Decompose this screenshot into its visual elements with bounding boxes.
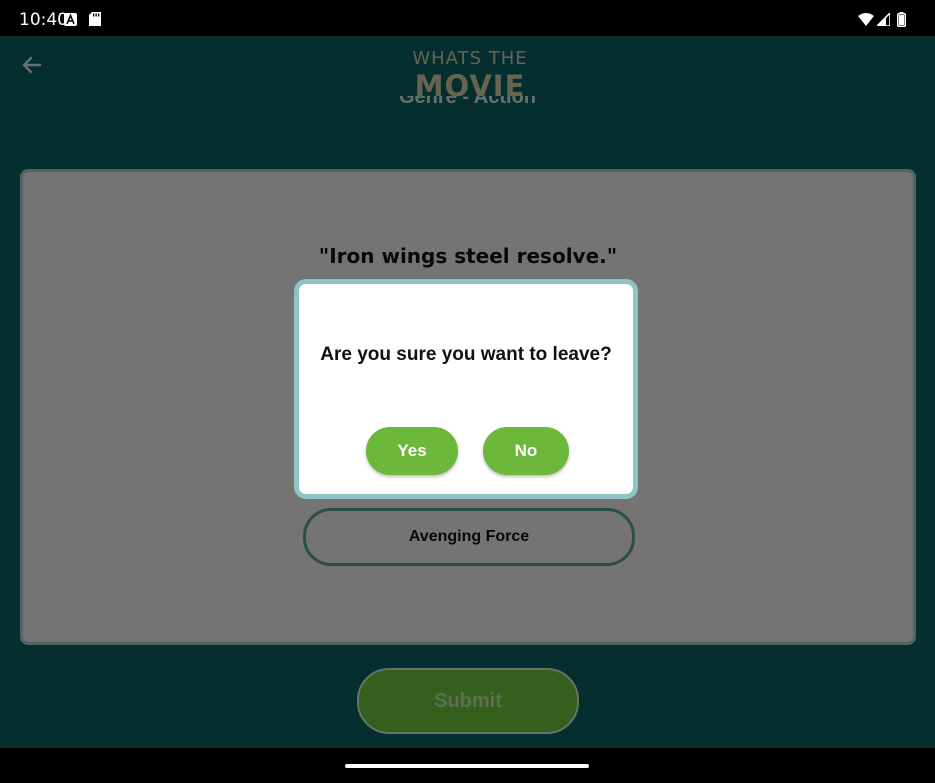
leave-confirm-dialog: Are you sure you want to leave? Yes No	[294, 279, 638, 499]
sd-card-icon	[89, 12, 101, 26]
dialog-message: Are you sure you want to leave?	[320, 344, 612, 365]
app-screen: WHATS THE MOVIE Genre - Action "Iron win…	[0, 36, 935, 748]
signal-icon	[877, 13, 890, 26]
battery-icon	[897, 12, 906, 27]
wifi-icon	[858, 13, 874, 26]
notification-a-icon	[64, 13, 77, 26]
navigation-bar	[0, 748, 935, 783]
status-bar: 10:40	[0, 0, 935, 36]
yes-button[interactable]: Yes	[366, 427, 458, 475]
gesture-handle[interactable]	[345, 764, 589, 768]
status-time: 10:40	[19, 10, 68, 30]
no-button[interactable]: No	[483, 427, 569, 475]
